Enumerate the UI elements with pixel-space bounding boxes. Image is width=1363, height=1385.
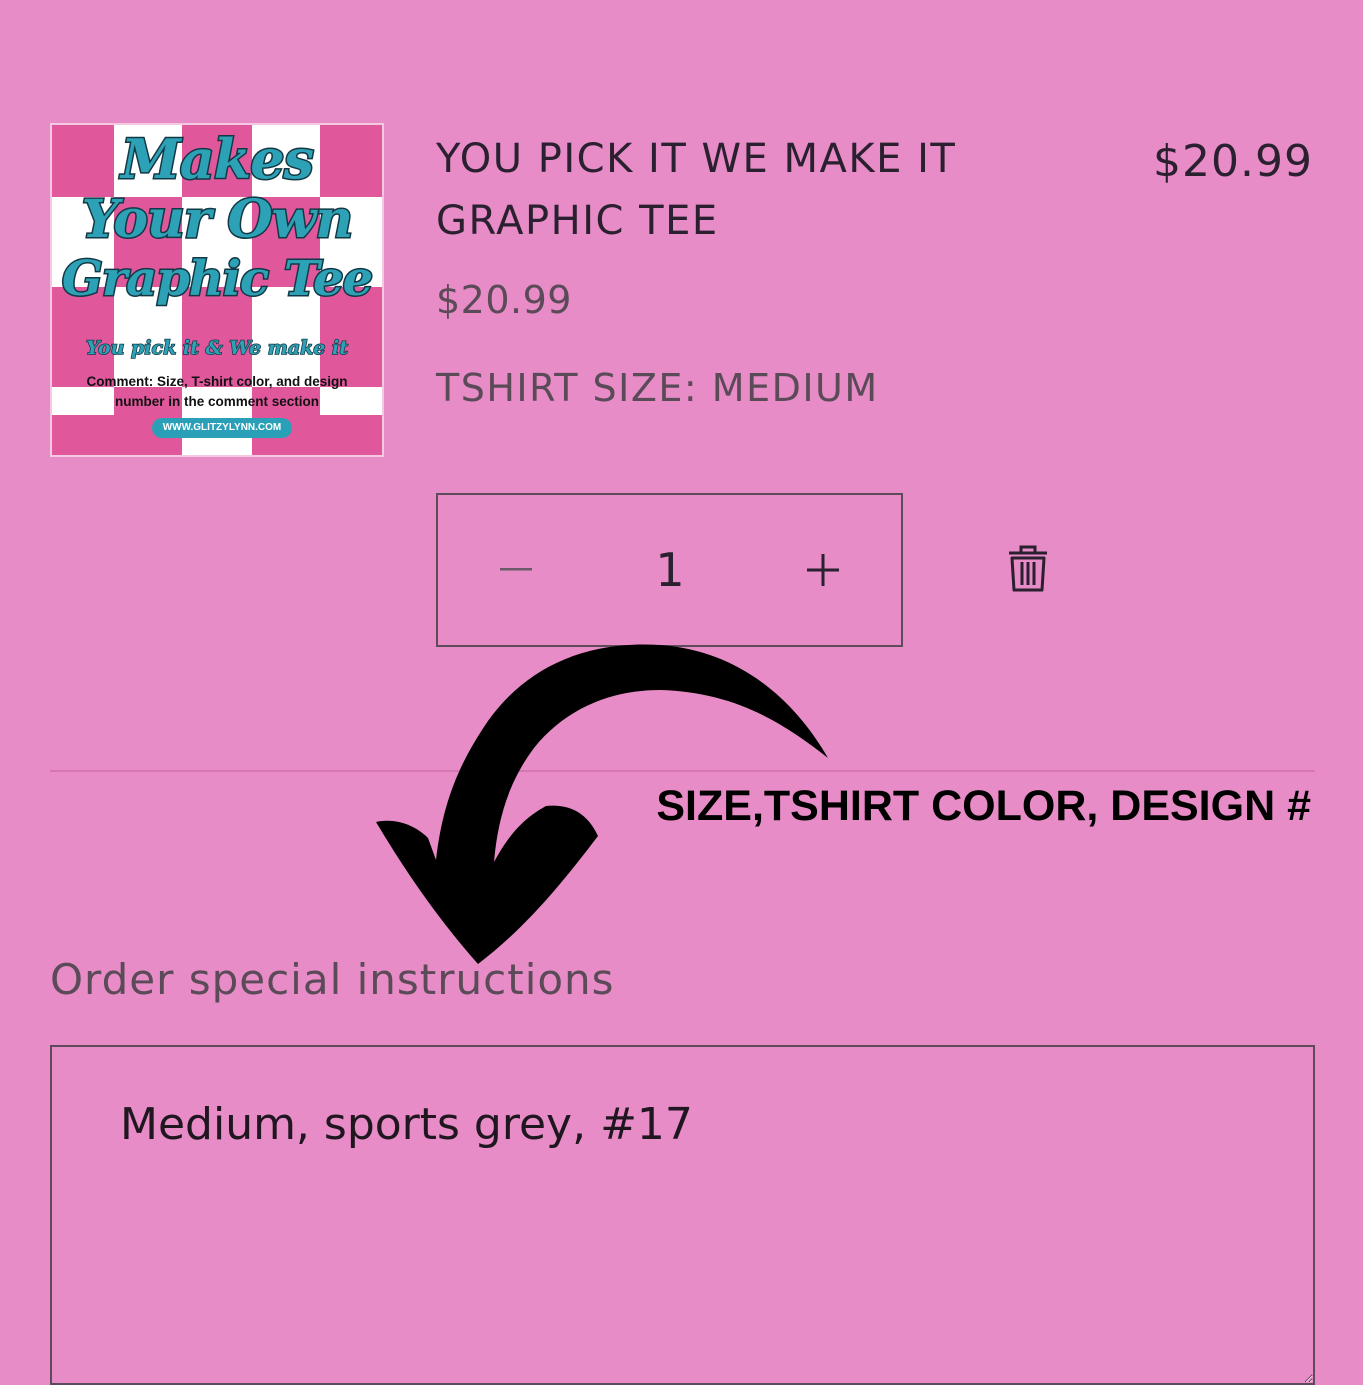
quantity-stepper: 1 xyxy=(436,493,903,647)
thumbnail-url: WWW.GLITZYLYNN.COM xyxy=(152,418,292,438)
product-thumbnail[interactable]: Makes Your Own Graphic Tee You pick it &… xyxy=(50,123,384,457)
thumbnail-title-line-2: Your Own xyxy=(80,188,354,252)
trash-icon xyxy=(1009,545,1047,592)
decrease-quantity-button[interactable] xyxy=(438,495,594,645)
plus-icon xyxy=(807,554,839,586)
variant-option: TSHIRT SIZE: MEDIUM xyxy=(436,366,879,410)
product-title[interactable]: YOU PICK IT WE MAKE IT GRAPHIC TEE xyxy=(436,128,1076,252)
thumbnail-title-line-3: Graphic Tee xyxy=(60,250,374,309)
unit-price: $20.99 xyxy=(436,278,572,322)
line-total-price: $20.99 xyxy=(1153,136,1313,187)
thumbnail-tagline: You pick it & We make it xyxy=(85,336,349,360)
callout-text: SIZE,TSHIRT COLOR, DESIGN # xyxy=(656,782,1311,830)
minus-icon xyxy=(500,568,532,571)
instructions-textarea[interactable]: Medium, sports grey, #17 xyxy=(50,1045,1315,1385)
increase-quantity-button[interactable] xyxy=(745,495,901,645)
remove-item-button[interactable] xyxy=(996,538,1060,602)
instructions-label: Order special instructions xyxy=(50,955,615,1004)
quantity-input[interactable]: 1 xyxy=(594,495,746,645)
thumbnail-title-line-1: Makes xyxy=(120,126,316,193)
thumbnail-note: Comment: Size, T-shirt color, and design… xyxy=(86,374,348,409)
